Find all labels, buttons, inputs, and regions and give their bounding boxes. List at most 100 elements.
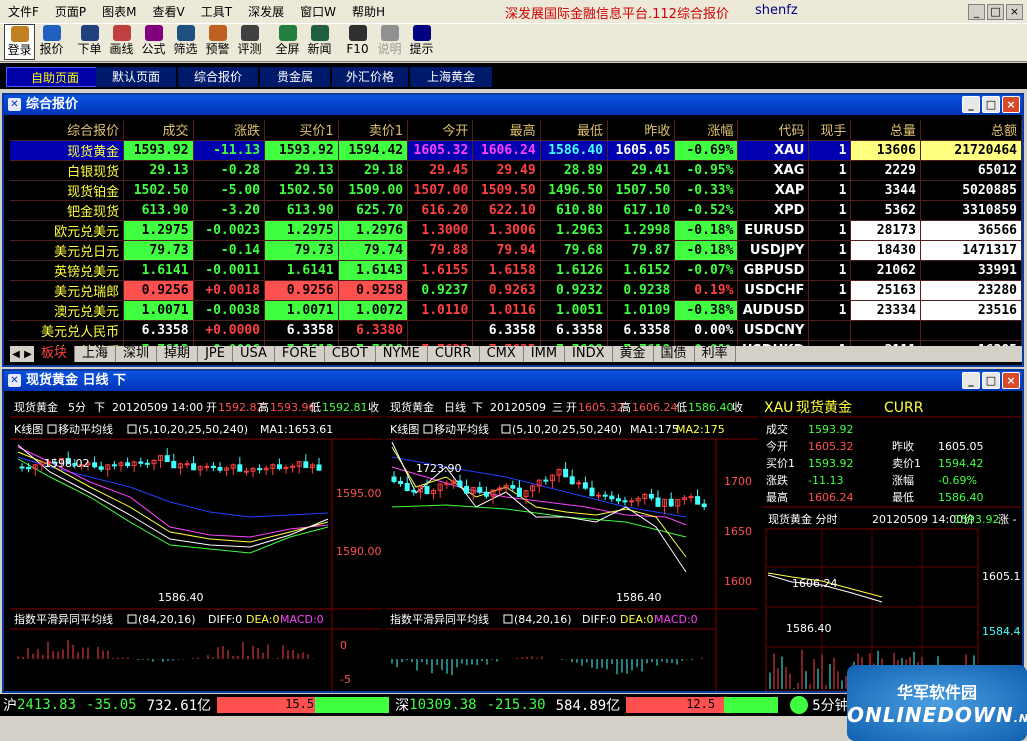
board-tab[interactable]: USA [233, 346, 275, 362]
board-tab[interactable]: 板块 [34, 346, 76, 362]
cell-low: 0.9232 [540, 280, 609, 301]
column-header[interactable]: 综合报价 [10, 120, 125, 141]
board-tab[interactable]: FORE [275, 346, 325, 362]
tab-default-page[interactable]: 默认页面 [96, 67, 176, 87]
menu-chart[interactable]: 图表M [94, 0, 144, 24]
board-tab[interactable]: CMX [480, 346, 524, 362]
toolbar-button-fullscreen[interactable]: 全屏 [272, 24, 303, 60]
column-header[interactable]: 买价1 [264, 120, 339, 141]
minimize-button[interactable]: _ [962, 96, 980, 113]
toolbar-button-f10[interactable]: F10 [342, 24, 373, 60]
board-tab[interactable]: IMM [524, 346, 566, 362]
chart-5min[interactable]: 现货黄金 5分 下 20120509 14:00 开 1592.82 高 159… [10, 397, 382, 691]
quote-window-titlebar[interactable]: ✕ 综合报价 _ □ × [4, 95, 1022, 115]
scroll-right-icon[interactable]: ▶ [22, 349, 34, 360]
menu-tools[interactable]: 工具T [193, 0, 240, 24]
cell-ask: 625.70 [338, 200, 409, 221]
board-tab[interactable]: CBOT [325, 346, 376, 362]
cell-pct: -0.33% [674, 180, 739, 201]
column-header[interactable]: 成交 [123, 120, 194, 141]
column-header[interactable]: 涨跌 [193, 120, 266, 141]
column-header[interactable]: 总量 [850, 120, 921, 141]
toolbar-button-formula[interactable]: 公式 [138, 24, 169, 60]
app-close-button[interactable]: × [1006, 4, 1023, 20]
tab-precious-metals[interactable]: 贵金属 [260, 67, 330, 87]
toolbar-button-test[interactable]: 评测 [234, 24, 265, 60]
board-tab[interactable]: 深圳 [116, 346, 158, 362]
cell-ask: 79.74 [338, 240, 409, 261]
tab-shanghai-gold[interactable]: 上海黄金 [410, 67, 492, 87]
menu-window[interactable]: 窗口W [292, 0, 344, 24]
column-header[interactable]: 最低 [540, 120, 609, 141]
toolbar-button-help[interactable]: 提示 [406, 24, 437, 60]
table-row[interactable]: 美元兑瑞郎 0.9256 +0.0018 0.9256 0.9258 0.9237 0.92… [10, 280, 1023, 301]
toolbar-button-info[interactable]: 说明 [374, 24, 405, 60]
restore-button[interactable]: □ [982, 372, 1000, 389]
table-row[interactable]: 现货黄金 1593.92 -11.13 1593.92 1594.42 1605.32 16… [10, 140, 1023, 161]
board-tab[interactable]: 利率 [695, 346, 736, 362]
sh-breadth-bar: 15.5 [217, 697, 390, 713]
menu-sdb[interactable]: 深发展 [240, 0, 292, 24]
cell-pct: -0.07% [674, 260, 739, 281]
table-row[interactable]: 澳元兑美元 1.0071 -0.0038 1.0071 1.0072 1.0110 1.01… [10, 300, 1023, 321]
y-label: 1590.00 [336, 545, 382, 558]
table-row[interactable]: 钯金现货 613.90 -3.20 613.90 625.70 616.20 622.10 6… [10, 200, 1023, 221]
column-header[interactable]: 总额 [920, 120, 1023, 141]
toolbar-button-news[interactable]: 新闻 [304, 24, 335, 60]
app-minimize-button[interactable]: _ [968, 4, 985, 20]
table-row[interactable]: 美元兑人民币 6.3358 +0.0000 6.3358 6.3380 6.3358 6.3… [10, 320, 1023, 341]
tab-forex[interactable]: 外汇价格 [332, 67, 408, 87]
cell-bid: 1593.92 [264, 140, 339, 161]
menu-page[interactable]: 页面P [47, 0, 94, 24]
toolbar-button-login[interactable]: 登录 [4, 24, 35, 60]
column-header[interactable]: 代码 [737, 120, 810, 141]
chart-window-title: 现货黄金 日线 下 [26, 373, 127, 388]
board-tab[interactable]: 国债 [654, 346, 695, 362]
table-row[interactable]: 白银现货 29.13 -0.28 29.13 29.18 29.45 29.49 28.89 2… [10, 160, 1023, 181]
app-maximize-button[interactable]: □ [987, 4, 1004, 20]
window-icon: ✕ [8, 98, 21, 111]
column-header[interactable]: 涨幅 [674, 120, 739, 141]
board-tab[interactable]: 掉期 [157, 346, 199, 362]
menu-view[interactable]: 查看V [145, 0, 193, 24]
info-market: CURR [884, 400, 924, 416]
board-tab[interactable]: CURR [428, 346, 480, 362]
table-row[interactable]: 现货铂金 1502.50 -5.00 1502.50 1509.00 1507.00 150… [10, 180, 1023, 201]
close-button[interactable]: × [1002, 372, 1020, 389]
cell-high: 6.3358 [472, 320, 541, 341]
column-header[interactable]: 最高 [472, 120, 541, 141]
column-header[interactable]: 卖价1 [338, 120, 409, 141]
toolbar-button-filter[interactable]: 筛选 [170, 24, 201, 60]
cell-bid: 1.2975 [264, 220, 339, 241]
cell-last: 6.3358 [123, 320, 194, 341]
close-label: 收 [368, 400, 379, 414]
mini-axis-label: 1584.4 [982, 625, 1021, 638]
chart-window-titlebar[interactable]: ✕ 现货黄金 日线 下 _ □ × [4, 371, 1022, 391]
tab-composite-quote[interactable]: 综合报价 [178, 67, 258, 87]
scroll-left-icon[interactable]: ◀ [10, 349, 22, 360]
restore-button[interactable]: □ [982, 96, 1000, 113]
column-header[interactable]: 现手 [808, 120, 852, 141]
board-tab[interactable]: INDX [565, 346, 613, 362]
toolbar-button-quote[interactable]: 报价 [36, 24, 67, 60]
toolbar-button-pen[interactable]: 画线 [106, 24, 137, 60]
menu-file[interactable]: 文件F [0, 0, 47, 24]
macd-title: 指数平滑异同平均线 [390, 612, 489, 626]
board-tab[interactable]: NYME [376, 346, 428, 362]
table-row[interactable]: 英镑兑美元 1.6141 -0.0011 1.6141 1.6143 1.6155 1.61… [10, 260, 1023, 281]
cell-bid: 29.13 [264, 160, 339, 181]
toolbar-button-alert[interactable]: 预警 [202, 24, 233, 60]
toolbar-button-order[interactable]: 下单 [74, 24, 105, 60]
tab-custom-page[interactable]: 自助页面 [6, 67, 104, 87]
table-row[interactable]: 美元兑日元 79.73 -0.14 79.73 79.74 79.88 79.94 79.68… [10, 240, 1023, 261]
minimize-button[interactable]: _ [962, 372, 980, 389]
close-button[interactable]: × [1002, 96, 1020, 113]
board-tab[interactable]: 黄金 [613, 346, 654, 362]
column-header[interactable]: 今开 [407, 120, 474, 141]
table-row[interactable]: 欧元兑美元 1.2975 -0.0023 1.2975 1.2976 1.3000 1.30… [10, 220, 1023, 241]
column-header[interactable]: 昨收 [607, 120, 676, 141]
board-tab[interactable]: JPE [198, 346, 233, 362]
menu-help[interactable]: 帮助H [344, 0, 393, 24]
chart-daily[interactable]: 现货黄金 日线 下 20120509 三 开 1605.32 高 1606.24… [386, 397, 758, 691]
board-tab[interactable]: 上海 [75, 346, 117, 362]
